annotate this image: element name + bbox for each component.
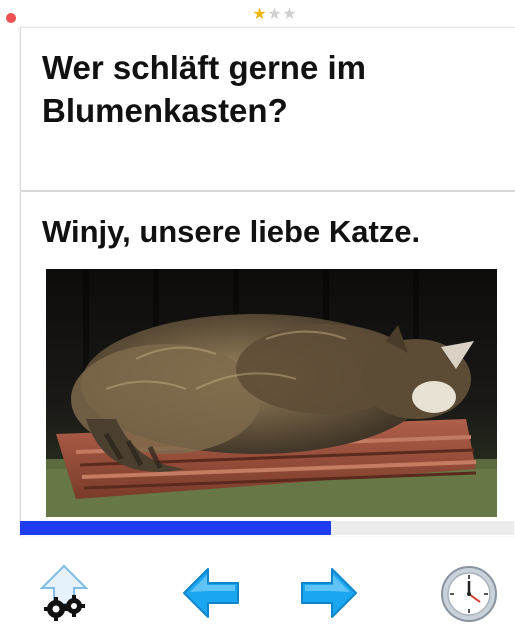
upload-gears-icon [39,564,89,621]
card-divider [21,190,515,192]
upload-settings-button[interactable] [34,562,94,622]
star-empty-icon[interactable]: ★ [282,6,297,24]
next-button[interactable] [298,565,360,621]
previous-button[interactable] [180,565,242,621]
star-empty-icon[interactable]: ★ [267,6,282,24]
arrow-left-icon [183,568,239,618]
cat-photo-illustration [46,269,497,517]
rating-stars[interactable]: ★ ★ ★ [252,6,297,24]
timer-button[interactable] [440,565,498,623]
question-text: Wer schläft gerne im Blumenkasten? [42,49,366,129]
star-filled-icon[interactable]: ★ [252,6,267,24]
progress-bar-fill [20,521,332,535]
flashcard[interactable]: Wer schläft gerne im Blumenkasten? Winjy… [20,27,515,536]
answer-text: Winjy, unsere liebe Katze. [42,214,421,249]
progress-bar [20,521,514,535]
clock-icon [441,566,497,622]
cat-photo [46,269,497,517]
arrow-right-icon [301,568,357,618]
status-dot [6,13,16,23]
